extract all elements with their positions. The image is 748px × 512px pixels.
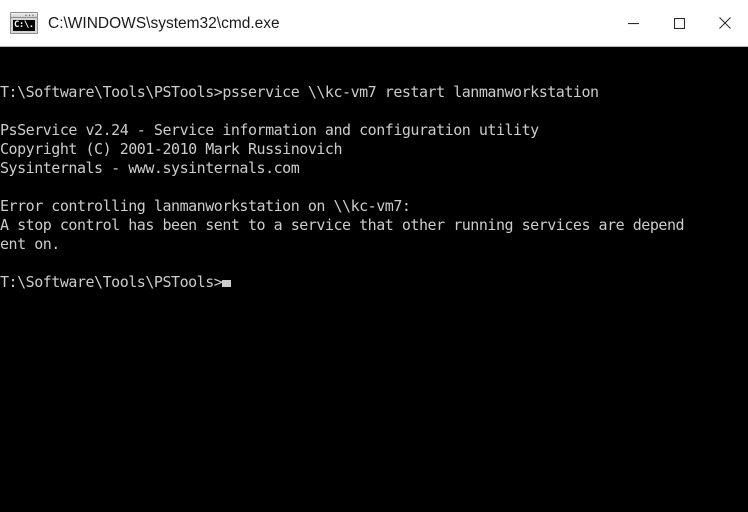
console-line: Copyright (C) 2001-2010 Mark Russinovich: [0, 140, 748, 159]
console-output[interactable]: T:\Software\Tools\PSTools>psservice \\kc…: [0, 47, 748, 512]
close-button[interactable]: [702, 0, 748, 46]
console-line-text: Error controlling lanmanworkstation on \…: [0, 197, 411, 215]
window-title: C:\WINDOWS\system32\cmd.exe: [48, 15, 280, 32]
console-line: T:\Software\Tools\PSTools>: [0, 273, 748, 292]
icon-prompt-glyph: C:\.: [13, 20, 35, 31]
icon-window-dots: •••: [24, 13, 35, 19]
maximize-icon: [673, 17, 685, 29]
console-line: Sysinternals - www.sysinternals.com: [0, 159, 748, 178]
window-controls: [610, 0, 748, 46]
console-line-text: PsService v2.24 - Service information an…: [0, 121, 539, 139]
console-line-text: A stop control has been sent to a servic…: [0, 216, 685, 234]
console-line: A stop control has been sent to a servic…: [0, 216, 748, 235]
console-line-text: Copyright (C) 2001-2010 Mark Russinovich: [0, 140, 343, 158]
title-bar[interactable]: ••• C:\. C:\WINDOWS\system32\cmd.exe: [0, 0, 748, 47]
maximize-button[interactable]: [656, 0, 702, 46]
text-cursor: [222, 280, 232, 287]
cmd-console-icon: ••• C:\.: [10, 12, 38, 34]
console-line-text: ent on.: [0, 235, 60, 253]
cmd-window: ••• C:\. C:\WINDOWS\system32\cmd.exe T:\…: [0, 0, 748, 512]
minimize-icon: [627, 22, 639, 24]
console-line: T:\Software\Tools\PSTools>psservice \\kc…: [0, 83, 748, 102]
minimize-button[interactable]: [610, 0, 656, 46]
console-line: PsService v2.24 - Service information an…: [0, 121, 748, 140]
console-line: Error controlling lanmanworkstation on \…: [0, 197, 748, 216]
icon-title-strip: •••: [11, 13, 37, 19]
close-icon: [719, 17, 731, 29]
console-line: ent on.: [0, 235, 748, 254]
console-line-text: Sysinternals - www.sysinternals.com: [0, 159, 300, 177]
console-line-text: T:\Software\Tools\PSTools>: [0, 273, 223, 291]
console-line-text: T:\Software\Tools\PSTools>psservice \\kc…: [0, 83, 599, 101]
